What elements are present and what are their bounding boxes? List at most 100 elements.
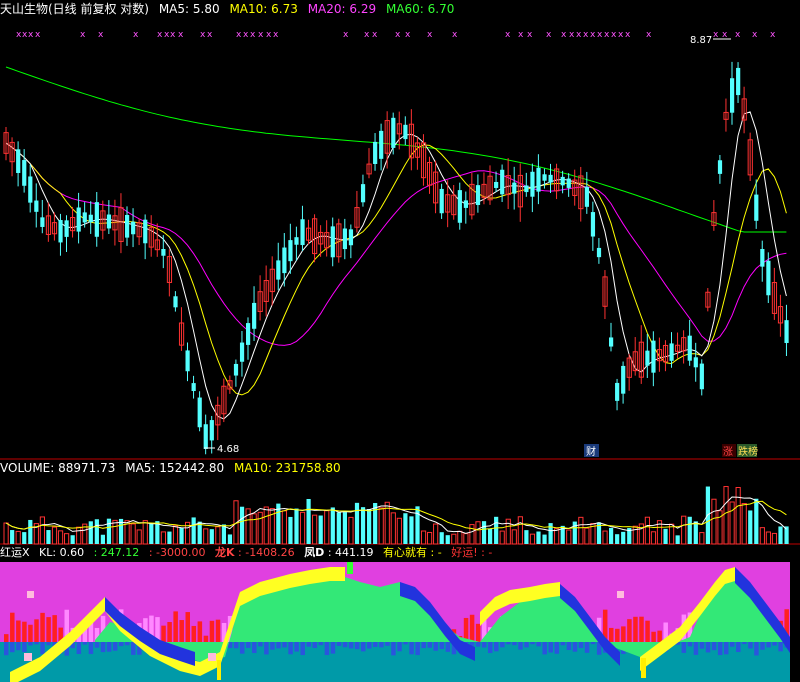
indicator-bar-negative <box>318 642 324 646</box>
badge-cai-label: 财 <box>586 445 596 458</box>
indicator-bar-negative <box>22 642 27 653</box>
indicator-bar-negative <box>258 642 263 647</box>
price-chart[interactable]: xxxxxxxxxxxxxxxxxxxxxxxxxxxxxxxxxxxxxxxx… <box>0 17 800 460</box>
x-signal-mark: x <box>200 30 206 40</box>
x-signal-mark: x <box>604 30 610 40</box>
vol-ma5-label: MA5: <box>125 461 156 475</box>
volume-bar-down <box>609 527 614 544</box>
volume-bar-up <box>160 531 167 545</box>
volume-bar-up <box>723 486 729 545</box>
kl-legend: KL: 0.60 <box>39 546 88 559</box>
volume-bar-down <box>191 517 196 544</box>
indicator-yellow-marker <box>641 658 646 678</box>
volume-bar-down <box>330 507 335 544</box>
candle-body-down <box>760 249 765 267</box>
indicator-bar-negative <box>306 642 311 647</box>
badge-cai[interactable]: 财 <box>584 444 599 458</box>
volume-bar-up <box>529 533 536 545</box>
candle-body-down <box>16 149 21 173</box>
candle-body-down <box>560 176 565 186</box>
volume-bar-up <box>203 528 209 545</box>
candle-body-down <box>197 397 202 428</box>
x-signal-mark: x <box>273 30 279 40</box>
candle-body-down <box>360 184 366 203</box>
indicator-bar-negative <box>578 642 584 649</box>
indicator-bar-negative <box>46 642 51 646</box>
vol-ma10-value: 231758.80 <box>275 461 341 475</box>
indicator-bar-negative <box>16 642 21 651</box>
haoyun-legend: 好运! : - <box>451 546 492 559</box>
volume-bar-up <box>469 524 475 545</box>
indicator-bar-negative <box>566 642 572 651</box>
volume-bar-down <box>179 527 184 544</box>
main-chart-header: 天山生物(日线 前复权 对数) MA5: 5.80 MA10: 6.73 MA2… <box>0 1 460 17</box>
volume-bar-down <box>494 516 499 544</box>
indicator-bar <box>16 620 21 642</box>
indicator-bar <box>615 628 620 642</box>
volume-bar-down <box>360 507 366 544</box>
candle-body-down <box>82 212 87 223</box>
candle-body-down <box>784 320 789 344</box>
volume-bar-up <box>263 506 269 545</box>
indicator-yellow-marker <box>217 660 221 680</box>
indicator-bar-negative <box>524 642 529 648</box>
volume-bar-down <box>100 534 105 544</box>
volume-legend: VOLUME: 88971.73 <box>0 461 119 475</box>
x-signal-mark: x <box>518 30 524 40</box>
indicator-bar-negative <box>488 642 493 654</box>
indicator-bar <box>215 619 221 642</box>
candle-body-down <box>693 357 698 368</box>
candle-body-down <box>687 335 692 361</box>
candle-body-down <box>512 182 517 194</box>
indicator-green-marker <box>347 562 353 574</box>
indicator-bar-negative <box>681 642 687 653</box>
candle-body-down <box>463 200 468 208</box>
volume-bar-up <box>142 520 148 545</box>
indicator-bar <box>185 612 190 642</box>
volume-bar-down <box>784 526 789 544</box>
volume-bar-down <box>675 535 680 544</box>
indicator-bar-negative <box>560 642 566 646</box>
candle-body-down <box>530 171 535 197</box>
indicator-bar-negative <box>94 642 100 648</box>
volume-chart[interactable] <box>0 477 800 545</box>
candle-body-down <box>391 117 396 148</box>
vol-ma10-label: MA10: <box>234 461 272 475</box>
volume-bar-down <box>46 530 51 544</box>
x-signal-mark: x <box>590 30 596 40</box>
indicator-bar-negative <box>233 642 239 649</box>
indicator-bar <box>627 619 632 642</box>
volume-bar-up <box>499 530 505 545</box>
volume-bar-up <box>578 516 584 545</box>
badge-zhang[interactable]: 涨 跌榜 <box>722 444 758 458</box>
youxin-label: 有心就有 <box>383 546 428 559</box>
candle-body-down <box>342 228 347 250</box>
volume-bar-up <box>348 516 354 545</box>
indicator-bar-negative <box>711 642 717 651</box>
candle-body-down <box>348 229 354 246</box>
indicator-bar-negative <box>518 642 523 650</box>
indicator-bar-negative <box>742 642 747 645</box>
indicator-bar-negative <box>506 642 511 645</box>
candle-body-down <box>475 185 481 206</box>
indicator-bar <box>28 624 33 642</box>
x-signal-mark: x <box>250 30 256 40</box>
indicator-bar-negative <box>699 642 705 649</box>
indicator-pink-marker <box>27 591 34 598</box>
x-signal-mark: x <box>770 30 776 40</box>
volume-bar-up <box>51 526 58 545</box>
indicator-bar-negative <box>717 642 723 656</box>
indicator-bar <box>22 621 27 642</box>
volume-header: VOLUME: 88971.73 MA5: 152442.80 MA10: 23… <box>0 460 347 476</box>
volume-bar-up <box>711 498 717 545</box>
indicator-bar-negative <box>705 642 711 653</box>
candle-body-down <box>58 220 63 243</box>
volume-bar-down <box>94 519 99 544</box>
indicator-bar-negative <box>572 642 578 652</box>
haoyun-value: : - <box>481 546 493 559</box>
indicator-bar <box>639 616 644 642</box>
indicator-chart[interactable] <box>0 562 800 682</box>
candle-body-down <box>669 343 674 361</box>
candle-body-down <box>379 130 384 159</box>
candle-body-down <box>736 67 741 96</box>
